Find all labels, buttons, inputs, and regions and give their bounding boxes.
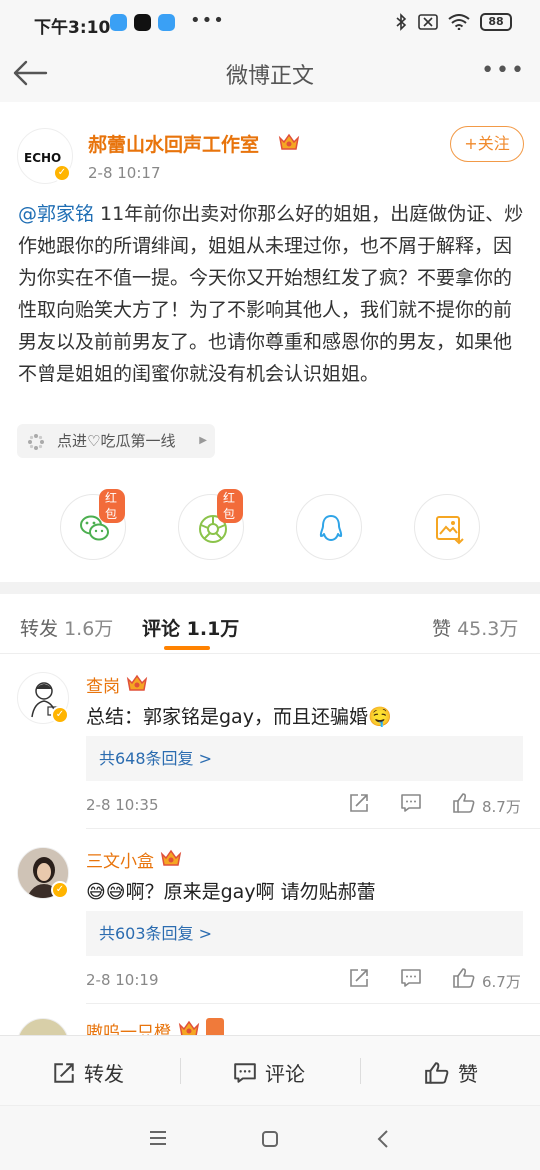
repost-label: 转发 [84,1062,124,1086]
save-image-icon [436,516,464,545]
comment-like-count: 8.7万 [482,798,521,816]
comment-item: ✓ 三文小盒 😅😅啊？原来是gay啊 请勿贴郝蕾 共603条回复 > 2-8 1… [0,829,540,1004]
thumbs-up-icon[interactable] [452,967,476,989]
verified-badge: ✓ [51,706,69,724]
tab-repost-label: 转发 [20,618,59,640]
topic-icon [28,434,44,450]
commenter-name[interactable]: 查岗 [86,672,120,697]
verified-badge: ✓ [51,881,69,899]
post-body-text: 11年前你出卖对你那么好的姐姐，出庭做伪证、炒作她跟你的所谓绯闻，姐姐从未理过你… [18,203,524,385]
sim-off-icon [418,14,438,30]
interaction-tabs: 转发 1.6万 评论 1.1万 赞 45.3万 [0,594,540,654]
divider [360,1058,361,1084]
reply-comment-icon[interactable] [400,792,422,814]
like-label: 赞 [458,1062,478,1086]
tab-comment-label: 评论 [142,618,181,640]
comment-icon [234,1062,256,1083]
tab-repost-count: 1.6万 [64,618,114,640]
status-indicators: 88 [394,13,512,31]
divider [180,1058,181,1084]
thumbs-up-icon[interactable] [452,792,476,814]
comment-text: 总结：郭家铭是gay，而且还骗婚🤤 [86,706,392,728]
back-icon[interactable] [376,1129,390,1149]
tab-comment[interactable]: 评论 1.1万 [142,614,239,641]
post-time: 2-8 10:17 [88,164,161,182]
more-notifications-icon: ••• [190,10,225,31]
section-divider [0,582,540,594]
tab-like[interactable]: 赞 45.3万 [432,614,518,641]
topic-label: 点进♡吃瓜第一线 [57,432,176,450]
vip-crown-icon [178,1020,200,1035]
post-text: @郭家铭 11年前你出卖对你那么好的姐姐，出庭做伪证、炒作她跟你的所谓绯闻，姐姐… [18,198,524,390]
comment-item: 嗷呜一只橙 [0,1004,540,1035]
page-title: 微博正文 [225,64,314,89]
comment-text: 😅😅啊？原来是gay啊 请勿贴郝蕾 [86,881,376,903]
share-wechat-button[interactable]: 红包 [60,489,126,560]
tab-comment-count: 1.1万 [186,618,240,640]
commenter-name[interactable]: 嗷呜一只橙 [86,1018,171,1035]
vip-crown-icon [126,674,148,691]
repost-button[interactable]: 转发 [52,1058,124,1087]
comment-time: 2-8 10:35 [86,796,159,814]
verified-badge: ✓ [53,164,71,182]
reply-comment-icon[interactable] [400,967,422,989]
home-icon[interactable] [261,1130,279,1148]
tab-like-label: 赞 [432,618,452,640]
commenter-avatar[interactable] [17,1018,69,1035]
save-image-button[interactable] [414,494,480,560]
like-button[interactable]: 赞 [424,1058,478,1087]
vip-crown-icon [278,133,300,150]
fortune-badge-icon [206,1018,224,1035]
repost-icon [54,1062,74,1083]
bluetooth-icon [396,13,407,31]
author-name[interactable]: 郝蕾山水回声工作室 [88,130,259,157]
comment-like-count: 6.7万 [482,973,521,991]
red-packet-badge: 红包 [99,489,125,523]
follow-button[interactable]: +关注 [450,126,524,162]
nav-bar: 微博正文 ••• [0,46,540,102]
system-nav-bar [0,1105,540,1170]
topic-chip[interactable]: 点进♡吃瓜第一线 ▶ [17,424,215,458]
status-time: 下午3:10 [34,18,111,38]
comment-time: 2-8 10:19 [86,971,159,989]
chevron-right-icon: ▶ [199,435,207,446]
share-moments-button[interactable]: 红包 [178,489,244,560]
battery-indicator: 88 [480,13,512,31]
share-row: 红包 红包 [0,489,540,564]
red-packet-badge: 红包 [217,489,243,523]
repost-comment-icon[interactable] [348,792,370,814]
comment-label: 评论 [265,1062,305,1086]
qq-icon [319,515,343,541]
thumbs-up-icon [425,1061,449,1084]
commenter-name[interactable]: 三文小盒 [86,847,154,872]
bottom-action-bar: 转发 评论 赞 [0,1035,540,1105]
comment-item: ✓ 查岗 总结：郭家铭是gay，而且还骗婚🤤 共648条回复 > 2-8 10:… [0,654,540,829]
active-tab-indicator [164,646,210,650]
tab-like-count: 45.3万 [457,618,519,640]
more-options-button[interactable]: ••• [481,58,526,83]
avatar-logo-text: ECHO [24,151,61,165]
mention-link[interactable]: @郭家铭 [18,203,94,225]
wifi-icon [448,14,470,30]
vip-crown-icon [160,849,182,866]
status-bar: 下午3:10 ••• 88 [0,0,540,46]
repost-comment-icon[interactable] [348,967,370,989]
view-replies-button[interactable]: 共648条回复 > [86,736,523,781]
comment-button[interactable]: 评论 [233,1058,305,1087]
tiktok-notification-icon [134,14,151,31]
app-notification-icon [158,14,175,31]
view-replies-button[interactable]: 共603条回复 > [86,911,523,956]
menu-icon[interactable] [149,1130,167,1146]
tab-repost[interactable]: 转发 1.6万 [20,614,113,641]
app-notification-icon [110,14,127,31]
share-qq-button[interactable] [296,494,362,560]
